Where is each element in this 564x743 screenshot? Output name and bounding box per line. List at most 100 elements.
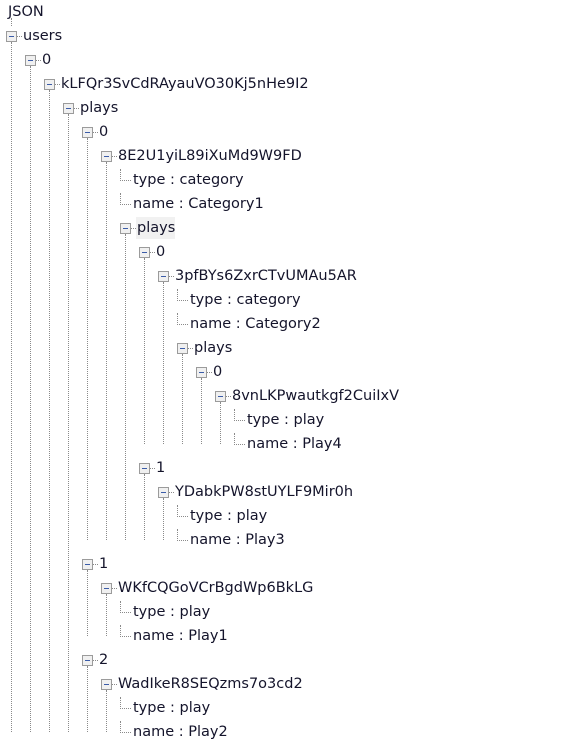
minus-box-icon[interactable] — [63, 102, 74, 114]
tree-leaf-row[interactable]: name : Category1 — [120, 193, 264, 215]
minus-box-icon[interactable] — [196, 366, 207, 378]
tree-leaf-label: name : Play1 — [133, 628, 228, 644]
tree-branch-row[interactable]: 1 — [139, 457, 165, 479]
tree-node-label: plays — [194, 340, 233, 356]
minus-box-icon[interactable] — [158, 270, 169, 282]
tree-leaf-label: name : Play2 — [133, 724, 228, 740]
tree-node-label: plays — [136, 217, 176, 239]
tree-guide-line — [87, 666, 89, 732]
tree-guide-line — [87, 138, 89, 540]
tree-leaf-row[interactable]: type : category — [120, 169, 244, 191]
tree-node-label: kLFQr3SvCdRAyauVO30Kj5nHe9I2 — [61, 76, 309, 92]
tree-guide-line — [68, 114, 70, 732]
tree-leaf-label: name : Category2 — [190, 316, 321, 332]
tree-guide-line — [106, 162, 108, 540]
minus-box-icon[interactable] — [44, 78, 55, 90]
tree-branch-row[interactable]: 0 — [139, 241, 165, 263]
tree-node-label: 1 — [156, 460, 166, 476]
tree-leaf-row[interactable]: name : Play4 — [234, 433, 342, 455]
tree-leaf-row[interactable]: name : Play1 — [120, 625, 228, 647]
tee-connector-icon — [234, 409, 245, 421]
tree-guide-line — [163, 498, 165, 540]
minus-box-icon[interactable] — [101, 582, 112, 594]
tree-leaf-row[interactable]: type : play — [120, 697, 210, 719]
tree-guide-line — [201, 378, 203, 444]
minus-box-icon[interactable] — [101, 150, 112, 162]
tree-node-label: WadIkeR8SEQzms7o3cd2 — [118, 676, 303, 692]
tree-node-label: 0 — [99, 124, 109, 140]
tree-node-label: JSON — [8, 4, 44, 20]
tree-guide-line — [220, 402, 222, 444]
tree-leaf-label: name : Play4 — [247, 436, 342, 452]
tree-branch-row[interactable]: WKfCQGoVCrBgdWp6BkLG — [101, 577, 313, 599]
elbow-connector-icon — [234, 433, 245, 445]
tree-guide-line — [125, 234, 127, 540]
tree-leaf-row[interactable]: type : category — [177, 289, 301, 311]
tee-connector-icon — [177, 505, 188, 517]
tree-branch-row[interactable]: plays — [177, 337, 232, 359]
minus-box-icon[interactable] — [215, 390, 226, 402]
tree-leaf-row[interactable]: type : play — [234, 409, 324, 431]
tree-node-label: 2 — [99, 652, 109, 668]
minus-box-icon[interactable] — [6, 30, 17, 42]
tree-leaf-row[interactable]: name : Play2 — [120, 721, 228, 743]
tree-leaf-label: type : category — [133, 172, 244, 188]
tree-branch-row[interactable]: YDabkPW8stUYLF9Mir0h — [158, 481, 353, 503]
tree-branch-row[interactable]: 8vnLKPwautkgf2CuiIxV — [215, 385, 399, 407]
tree-node-label: 0 — [42, 52, 52, 68]
tree-guide-line — [182, 354, 184, 444]
tee-connector-icon — [120, 601, 131, 613]
tree-leaf-label: type : play — [133, 604, 211, 620]
tree-node-label: WKfCQGoVCrBgdWp6BkLG — [118, 580, 314, 596]
tree-node-label: 3pfBYs6ZxrCTvUMAu5AR — [175, 268, 357, 284]
tree-node-label: YDabkPW8stUYLF9Mir0h — [175, 484, 354, 500]
tree-node-label: 8vnLKPwautkgf2CuiIxV — [232, 388, 399, 404]
tree-root-node[interactable]: JSON — [8, 1, 44, 23]
tree-leaf-row[interactable]: name : Play3 — [177, 529, 285, 551]
json-tree-viewer[interactable]: JSON users 0 kLFQr3SvCdRAyauVO30Kj5nHe9I2 pl… — [0, 0, 564, 740]
tree-leaf-row[interactable]: name : Category2 — [177, 313, 321, 335]
minus-box-icon[interactable] — [139, 462, 150, 474]
tree-branch-row[interactable]: 3pfBYs6ZxrCTvUMAu5AR — [158, 265, 357, 287]
minus-box-icon[interactable] — [82, 558, 93, 570]
minus-box-icon[interactable] — [101, 678, 112, 690]
tree-leaf-label: type : play — [190, 508, 268, 524]
tree-guide-line — [144, 474, 146, 540]
tee-connector-icon — [120, 697, 131, 709]
tree-branch-row[interactable]: 0 — [196, 361, 222, 383]
tree-branch-row[interactable]: 0 — [82, 121, 108, 143]
tree-branch-row[interactable]: kLFQr3SvCdRAyauVO30Kj5nHe9I2 — [44, 73, 309, 95]
tree-leaf-row[interactable]: type : play — [177, 505, 267, 527]
minus-box-icon[interactable] — [82, 126, 93, 138]
tree-branch-row[interactable]: users — [6, 25, 62, 47]
tree-branch-row[interactable]: plays — [63, 97, 118, 119]
elbow-connector-icon — [120, 625, 131, 637]
tree-node-label: 0 — [213, 364, 223, 380]
tree-guide-line — [144, 258, 146, 444]
tree-guide-line — [30, 66, 32, 732]
tree-leaf-row[interactable]: type : play — [120, 601, 210, 623]
tree-leaf-label: type : play — [247, 412, 325, 428]
minus-box-icon[interactable] — [120, 222, 131, 234]
minus-box-icon[interactable] — [158, 486, 169, 498]
tree-leaf-label: name : Play3 — [190, 532, 285, 548]
tree-branch-row[interactable]: WadIkeR8SEQzms7o3cd2 — [101, 673, 303, 695]
tee-connector-icon — [177, 313, 188, 325]
tee-connector-icon — [120, 193, 131, 205]
tree-branch-row[interactable]: 1 — [82, 553, 108, 575]
elbow-connector-icon — [120, 721, 131, 733]
minus-box-icon[interactable] — [139, 246, 150, 258]
tee-connector-icon — [177, 289, 188, 301]
tree-branch-row[interactable]: 0 — [25, 49, 51, 71]
tree-branch-row[interactable]: 8E2U1yiL89iXuMd9W9FD — [101, 145, 302, 167]
tree-guide-line — [163, 282, 165, 444]
minus-box-icon[interactable] — [82, 654, 93, 666]
tree-node-label: 0 — [156, 244, 166, 260]
tree-guide-line — [11, 42, 13, 732]
tree-guide-line — [106, 690, 108, 732]
minus-box-icon[interactable] — [25, 54, 36, 66]
tree-branch-row[interactable]: plays — [120, 217, 176, 239]
minus-box-icon[interactable] — [177, 342, 188, 354]
tree-branch-row[interactable]: 2 — [82, 649, 108, 671]
tree-leaf-label: name : Category1 — [133, 196, 264, 212]
